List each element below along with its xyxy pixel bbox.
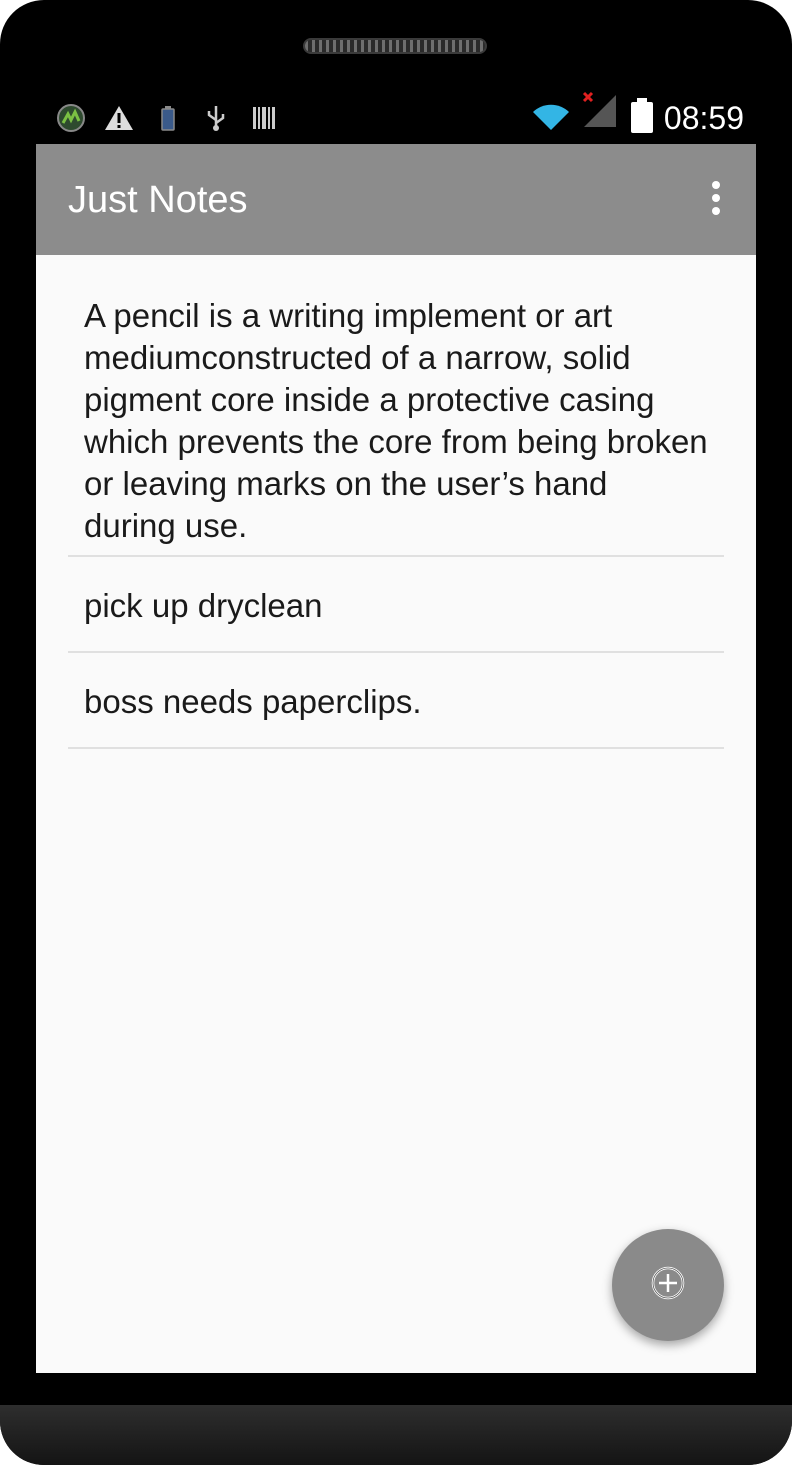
app-bar: Just Notes [36, 144, 756, 255]
app-title: Just Notes [68, 179, 248, 221]
battery-icon [630, 98, 654, 134]
bottom-bezel [0, 1405, 792, 1465]
note-list: A pencil is a writing implement or art m… [68, 255, 724, 749]
overflow-menu-icon [712, 181, 720, 189]
signal-no-service-icon [580, 91, 618, 127]
barcode-icon [252, 104, 276, 132]
speaker-grille [303, 38, 487, 54]
battery-small-icon [160, 104, 176, 132]
usb-icon [204, 104, 228, 132]
status-clock: 08:59 [663, 100, 744, 136]
warning-icon [104, 104, 134, 132]
overflow-menu-button[interactable] [696, 174, 736, 222]
app-logo-icon [56, 104, 86, 132]
overflow-menu-icon-dot [712, 194, 720, 202]
phone-frame: 08:59 Just Notes A pencil is a writing i… [0, 0, 792, 1465]
overflow-menu-icon-dot [712, 207, 720, 215]
note-item[interactable]: boss needs paperclips. [68, 653, 724, 749]
note-item[interactable]: pick up dryclean [68, 557, 724, 653]
wifi-icon [532, 104, 570, 132]
add-circle-icon [650, 1265, 686, 1306]
add-note-button[interactable] [612, 1229, 724, 1341]
status-bar: 08:59 [36, 90, 756, 144]
note-item[interactable]: A pencil is a writing implement or art m… [68, 255, 724, 557]
app-screen: Just Notes A pencil is a writing impleme… [36, 144, 756, 1373]
